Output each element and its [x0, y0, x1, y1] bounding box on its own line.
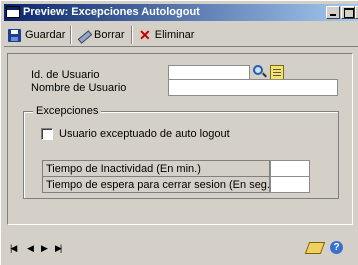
user-name-input[interactable] [168, 79, 338, 96]
window: Preview: Excepciones Autologout Guardar … [0, 0, 358, 265]
toolbar-separator [70, 26, 72, 44]
save-button[interactable]: Guardar [8, 27, 65, 43]
title-bar[interactable]: Preview: Excepciones Autologout [4, 4, 358, 21]
inactivity-row: Tiempo de Inactividad (En min.) [42, 160, 270, 177]
minimize-button[interactable] [326, 6, 340, 19]
next-record-icon[interactable] [41, 243, 48, 254]
exceptions-group-label: Excepciones [33, 105, 102, 117]
window-title: Preview: Excepciones Autologout [23, 6, 200, 18]
delete-button[interactable]: ✕ Eliminar [139, 27, 194, 43]
previous-record-icon[interactable] [27, 243, 34, 254]
user-name-label: Nombre de Usuario [31, 82, 127, 94]
eraser-icon [76, 29, 90, 42]
pencil-icon[interactable] [304, 242, 326, 254]
help-icon[interactable]: ? [330, 241, 343, 254]
last-record-icon[interactable] [55, 243, 60, 254]
note-icon[interactable] [270, 65, 284, 80]
delete-x-icon: ✕ [139, 26, 151, 43]
toolbar-separator [131, 26, 133, 44]
wait-label: Tiempo de espera para cerrar sesion (En … [46, 179, 274, 191]
inactivity-input[interactable] [270, 160, 310, 177]
clear-button[interactable]: Borrar [76, 27, 125, 43]
window-icon [6, 6, 20, 18]
record-navigation: ? [4, 233, 358, 263]
clear-label: Borrar [94, 29, 125, 41]
first-record-icon[interactable] [10, 243, 15, 254]
delete-label: Eliminar [154, 29, 195, 41]
user-id-label: Id. de Usuario [31, 69, 100, 81]
maximize-button[interactable] [341, 6, 355, 19]
wait-row: Tiempo de espera para cerrar sesion (En … [42, 176, 274, 193]
inactivity-label: Tiempo de Inactividad (En min.) [46, 163, 201, 175]
save-icon [8, 28, 21, 42]
exempt-checkbox[interactable] [41, 128, 53, 140]
toolbar: Guardar Borrar ✕ Eliminar [4, 23, 358, 47]
magnifier-icon [253, 65, 263, 75]
wait-input[interactable] [270, 176, 310, 193]
exempt-checkbox-label: Usuario exceptuado de auto logout [59, 128, 230, 140]
save-label: Guardar [25, 29, 66, 41]
